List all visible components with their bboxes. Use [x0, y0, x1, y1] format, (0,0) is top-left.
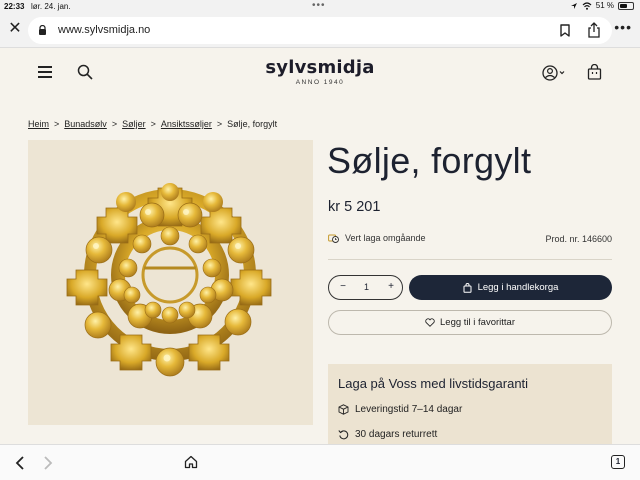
breadcrumb-separator: >	[150, 119, 156, 129]
logo-tagline: ANNO 1940	[295, 79, 345, 86]
search-icon[interactable]	[77, 64, 93, 80]
url-field[interactable]: www.sylvsmidja.no	[28, 17, 612, 44]
status-time: 22:33	[4, 2, 25, 11]
hamburger-menu-icon[interactable]	[38, 66, 52, 78]
forward-arrow-icon[interactable]	[42, 455, 54, 471]
product-number: Prod. nr. 146600	[545, 234, 612, 244]
breadcrumb-current: Sølje, forgylt	[227, 119, 278, 129]
battery-percent: 51 %	[595, 1, 614, 10]
product-price: kr 5 201	[328, 199, 381, 215]
product-title: Sølje, forgylt	[327, 140, 532, 181]
add-to-cart-button[interactable]: Legg i handlekorga	[409, 275, 612, 300]
status-bar: 22:33 lør. 24. jan. ••• 51 %	[0, 0, 640, 13]
close-icon[interactable]: ✕	[6, 20, 24, 38]
breadcrumb: Heim > Bunadsølv > Søljer > Ansiktssølje…	[28, 119, 277, 129]
breadcrumb-separator: >	[54, 119, 60, 129]
return-policy-text: 30 dagars returrett	[355, 429, 438, 440]
guarantee-title: Laga på Voss med livstidsgaranti	[338, 376, 529, 391]
availability-status: Vert laga omgåande	[328, 233, 426, 243]
multitask-dots-icon[interactable]: •••	[312, 0, 326, 11]
quantity-value[interactable]: 1	[362, 282, 371, 292]
breadcrumb-link-soljer[interactable]: Søljer	[122, 119, 146, 129]
product-image[interactable]	[28, 140, 313, 425]
brooch-illustration	[66, 183, 272, 377]
add-to-cart-label: Legg i handlekorga	[477, 282, 559, 293]
delivery-clock-icon	[328, 234, 339, 243]
location-icon	[570, 2, 577, 9]
divider	[328, 259, 612, 260]
breadcrumb-link-ansiktssoljer[interactable]: Ansiktssøljer	[161, 119, 212, 129]
quantity-stepper: − 1 +	[328, 275, 403, 300]
share-icon[interactable]	[587, 22, 601, 38]
bookmark-icon[interactable]	[559, 24, 571, 37]
status-date: lør. 24. jan.	[31, 2, 71, 11]
browser-toolbar: ✕ www.sylvsmidja.no •••	[0, 13, 640, 48]
lock-icon	[39, 25, 46, 35]
shopping-bag-icon[interactable]	[587, 64, 602, 80]
heart-icon	[425, 318, 435, 327]
wifi-icon	[582, 1, 592, 10]
browser-bottom-toolbar: 1	[0, 444, 640, 480]
breadcrumb-separator: >	[111, 119, 118, 129]
return-policy-feature: 30 dagars returrett	[338, 429, 437, 440]
status-indicators: 51 %	[570, 1, 634, 10]
delivery-time-text: Leveringstid 7–14 dagar	[355, 404, 463, 415]
add-to-favorites-button[interactable]: Legg til i favorittar	[328, 310, 612, 335]
package-icon	[338, 404, 349, 415]
logo-name: sylvsmidja	[265, 57, 375, 78]
breadcrumb-link-bunadsolv[interactable]: Bunadsølv	[64, 119, 107, 129]
breadcrumb-separator: >	[216, 119, 223, 129]
delivery-time-feature: Leveringstid 7–14 dagar	[338, 404, 462, 415]
url-text: www.sylvsmidja.no	[58, 24, 151, 36]
more-icon[interactable]: •••	[614, 20, 632, 34]
site-header: sylvsmidja ANNO 1940	[0, 49, 640, 97]
account-icon[interactable]	[542, 65, 566, 81]
shopping-bag-icon	[463, 282, 472, 293]
return-arrow-icon	[338, 430, 349, 440]
breadcrumb-link-heim[interactable]: Heim	[28, 119, 49, 129]
availability-text: Vert laga omgåande	[345, 233, 426, 243]
back-arrow-icon[interactable]	[14, 455, 26, 471]
home-icon[interactable]	[184, 455, 198, 469]
quantity-decrease-button[interactable]: −	[338, 281, 348, 292]
guarantee-panel: Laga på Voss med livstidsgaranti Leverin…	[328, 364, 612, 448]
quantity-increase-button[interactable]: +	[386, 281, 396, 292]
site-logo[interactable]: sylvsmidja ANNO 1940	[260, 57, 380, 86]
battery-icon	[618, 1, 634, 10]
tabs-count-icon[interactable]: 1	[611, 455, 625, 469]
add-to-favorites-label: Legg til i favorittar	[440, 317, 515, 328]
